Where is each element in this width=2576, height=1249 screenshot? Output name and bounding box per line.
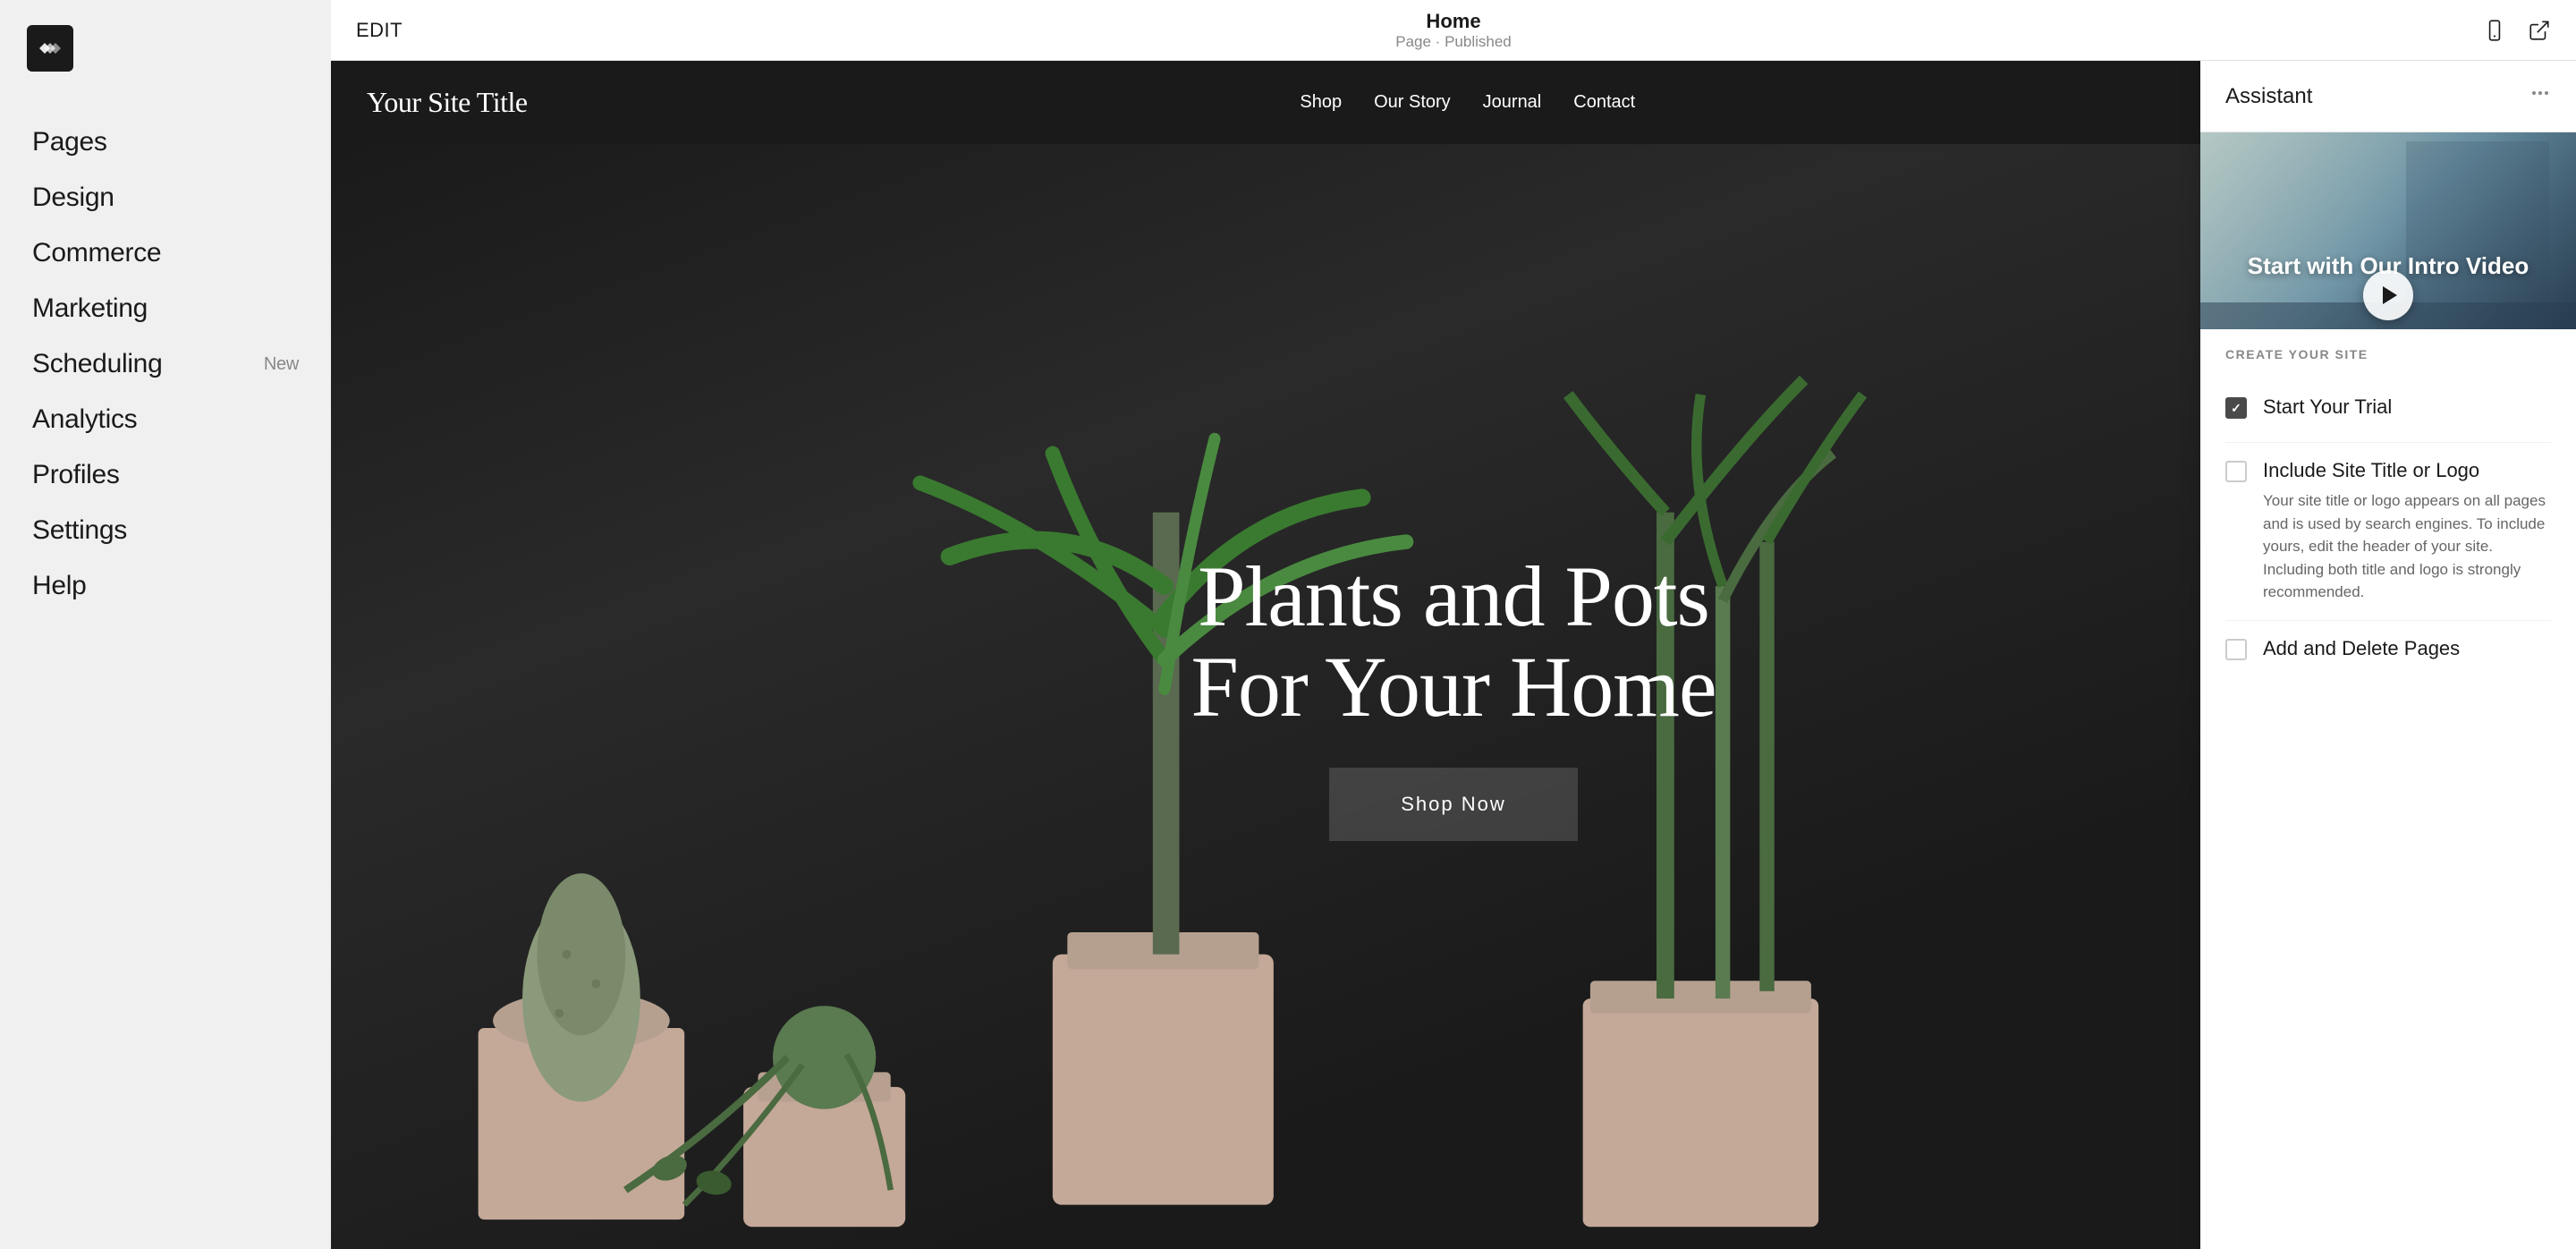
topbar-center: Home Page · Published xyxy=(1395,10,1511,51)
checklist-title-pages: Add and Delete Pages xyxy=(2263,637,2460,660)
checklist-item-site-title-content: Include Site Title or Logo Your site tit… xyxy=(2263,459,2551,604)
squarespace-logo-icon xyxy=(27,25,73,72)
sidebar-item-commerce[interactable]: Commerce xyxy=(0,225,331,281)
sidebar-item-profiles[interactable]: Profiles xyxy=(0,447,331,503)
site-nav-our-story[interactable]: Our Story xyxy=(1374,92,1451,113)
mobile-preview-icon[interactable] xyxy=(2483,19,2506,42)
sidebar-item-marketing[interactable]: Marketing xyxy=(0,281,331,336)
shop-now-button[interactable]: Shop Now xyxy=(1329,768,1578,841)
sidebar-item-help[interactable]: Help xyxy=(0,558,331,614)
sidebar-logo-area xyxy=(0,0,331,97)
site-nav-contact[interactable]: Contact xyxy=(1573,92,1635,113)
create-site-section: CREATE YOUR SITE Start Your Trial Includ… xyxy=(2200,329,2576,684)
checklist-desc-site-title: Your site title or logo appears on all p… xyxy=(2263,489,2551,604)
external-link-icon[interactable] xyxy=(2528,19,2551,42)
sidebar: Pages Design Commerce Marketing Scheduli… xyxy=(0,0,331,1249)
checklist-item-start-trial: Start Your Trial xyxy=(2225,379,2551,443)
site-nav: Shop Our Story Journal Contact xyxy=(1300,92,1635,113)
site-nav-journal[interactable]: Journal xyxy=(1483,92,1542,113)
hero-content: Plants and Pots For Your Home Shop Now xyxy=(1191,552,1716,842)
sidebar-nav: Pages Design Commerce Marketing Scheduli… xyxy=(0,97,331,1249)
assistant-panel: Assistant Start with Our Intro Video xyxy=(2200,61,2576,1249)
checklist-item-pages-content: Add and Delete Pages xyxy=(2263,637,2460,667)
checkbox-pages[interactable] xyxy=(2225,639,2247,660)
main-area: EDIT Home Page · Published xyxy=(331,0,2576,1249)
page-name: Home xyxy=(1395,10,1511,33)
sidebar-item-design[interactable]: Design xyxy=(0,170,331,225)
topbar: EDIT Home Page · Published xyxy=(331,0,2576,61)
checkbox-start-trial[interactable] xyxy=(2225,397,2247,419)
checklist-item-start-trial-content: Start Your Trial xyxy=(2263,395,2392,426)
scheduling-badge: New xyxy=(264,354,299,375)
checklist-item-pages: Add and Delete Pages xyxy=(2225,621,2551,684)
assistant-header: Assistant xyxy=(2200,61,2576,132)
checklist-title-start-trial: Start Your Trial xyxy=(2263,395,2392,419)
site-nav-shop[interactable]: Shop xyxy=(1300,92,1342,113)
page-status: Page · Published xyxy=(1395,33,1511,51)
sidebar-item-pages[interactable]: Pages xyxy=(0,115,331,170)
intro-video-section[interactable]: Start with Our Intro Video xyxy=(2200,132,2576,329)
site-title: Your Site Title xyxy=(367,86,528,119)
checkbox-site-title[interactable] xyxy=(2225,461,2247,482)
assistant-title: Assistant xyxy=(2225,84,2312,109)
sidebar-item-analytics[interactable]: Analytics xyxy=(0,392,331,447)
assistant-menu-button[interactable] xyxy=(2529,82,2551,110)
create-site-label: CREATE YOUR SITE xyxy=(2225,347,2551,361)
sidebar-item-settings[interactable]: Settings xyxy=(0,503,331,558)
checklist-item-site-title: Include Site Title or Logo Your site tit… xyxy=(2225,443,2551,621)
edit-button[interactable]: EDIT xyxy=(356,19,402,42)
topbar-icons xyxy=(2483,19,2551,42)
play-button[interactable] xyxy=(2363,270,2413,320)
hero-headline: Plants and Pots For Your Home xyxy=(1191,552,1716,733)
sidebar-item-scheduling[interactable]: Scheduling New xyxy=(0,336,331,392)
checklist-title-site-title: Include Site Title or Logo xyxy=(2263,459,2551,482)
assistant-body: CREATE YOUR SITE Start Your Trial Includ… xyxy=(2200,329,2576,1249)
site-preview-area: Your Site Title Shop Our Story Journal C… xyxy=(331,61,2576,1249)
